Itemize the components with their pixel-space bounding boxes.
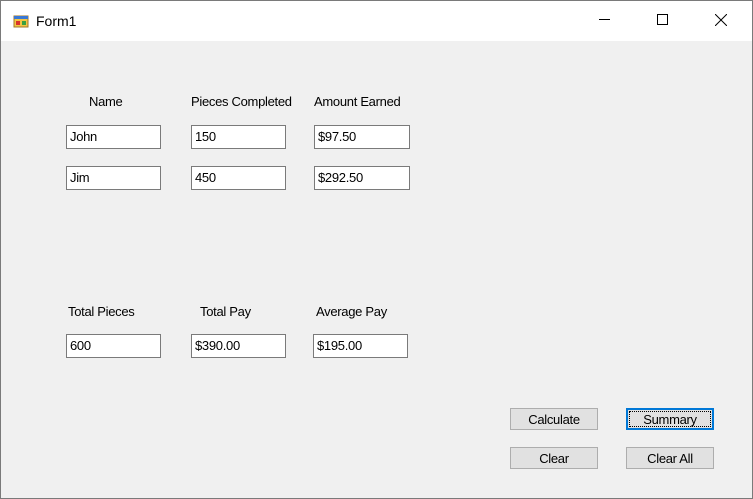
title-bar[interactable]: Form1 bbox=[1, 1, 752, 41]
minimize-button[interactable] bbox=[575, 1, 633, 41]
form-client-area: Name Pieces Completed Amount Earned John… bbox=[1, 41, 752, 498]
clear-all-button[interactable]: Clear All bbox=[626, 447, 714, 469]
average-pay-field[interactable]: $195.00 bbox=[313, 334, 408, 358]
total-pay-field[interactable]: $390.00 bbox=[191, 334, 286, 358]
average-pay-label: Average Pay bbox=[316, 304, 387, 319]
window-title: Form1 bbox=[36, 13, 77, 29]
app-icon bbox=[13, 13, 29, 29]
clear-all-button-label: Clear All bbox=[647, 450, 693, 466]
maximize-icon bbox=[656, 14, 668, 28]
worker2-pieces-field[interactable]: 450 bbox=[191, 166, 286, 190]
clear-button-label: Clear bbox=[539, 450, 569, 466]
summary-button[interactable]: Summary bbox=[626, 408, 714, 430]
worker2-name-field[interactable]: Jim bbox=[66, 166, 161, 190]
minimize-icon bbox=[598, 14, 610, 28]
focus-rectangle bbox=[629, 411, 711, 427]
close-icon bbox=[714, 13, 728, 29]
form1-window: Form1 Name Pieces Completed Amount Earne… bbox=[0, 0, 753, 499]
calculate-button[interactable]: Calculate bbox=[510, 408, 598, 430]
amount-earned-label: Amount Earned bbox=[314, 94, 401, 109]
total-pieces-field[interactable]: 600 bbox=[66, 334, 161, 358]
worker1-name-field[interactable]: John bbox=[66, 125, 161, 149]
calculate-button-label: Calculate bbox=[528, 411, 580, 427]
maximize-button[interactable] bbox=[633, 1, 691, 41]
worker1-amount-field[interactable]: $97.50 bbox=[314, 125, 410, 149]
worker2-amount-field[interactable]: $292.50 bbox=[314, 166, 410, 190]
name-label: Name bbox=[89, 94, 123, 109]
pieces-completed-label: Pieces Completed bbox=[191, 94, 292, 109]
clear-button[interactable]: Clear bbox=[510, 447, 598, 469]
total-pieces-label: Total Pieces bbox=[68, 304, 135, 319]
total-pay-label: Total Pay bbox=[200, 304, 251, 319]
close-button[interactable] bbox=[692, 1, 750, 41]
worker1-pieces-field[interactable]: 150 bbox=[191, 125, 286, 149]
